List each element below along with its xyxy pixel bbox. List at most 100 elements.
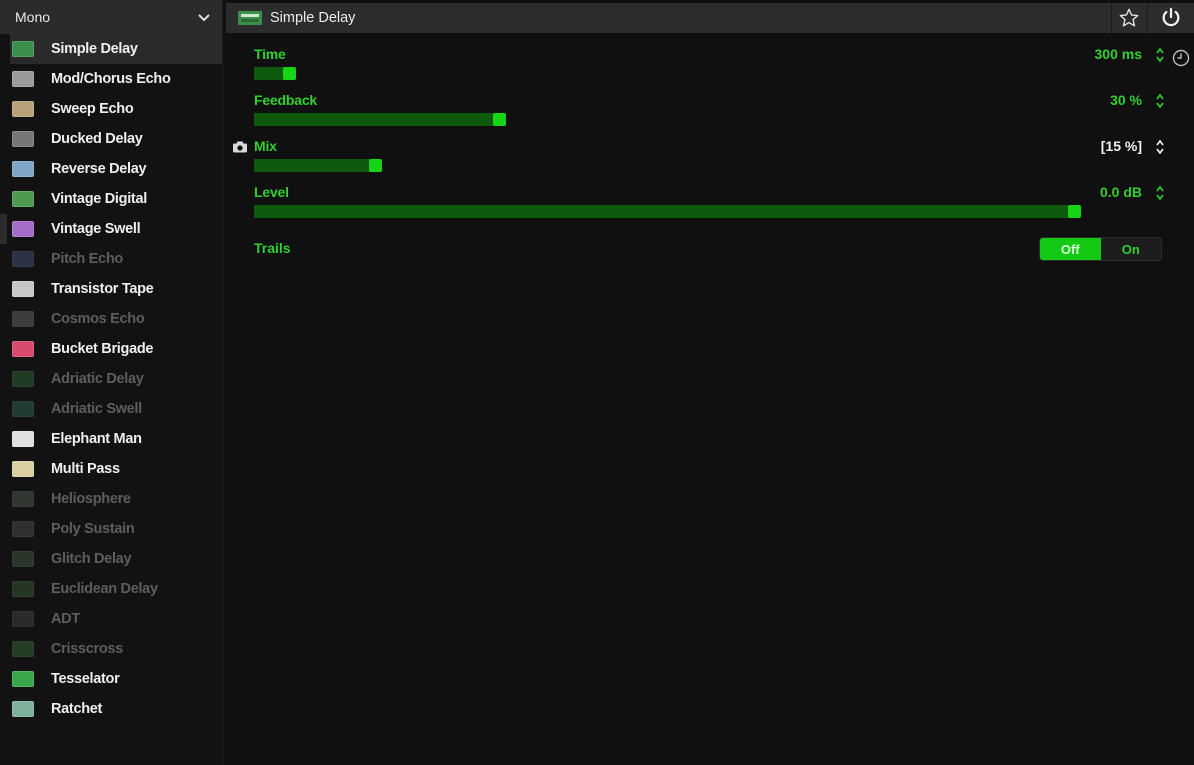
mix-value[interactable]: [15 %] <box>1101 138 1142 154</box>
trails-toggle[interactable]: Off On <box>1039 237 1162 261</box>
euclidean-delay-pedal-icon <box>12 581 34 597</box>
star-icon <box>1118 7 1140 29</box>
effect-item[interactable]: Tesselator <box>0 664 222 694</box>
effect-item[interactable]: Poly Sustain <box>0 514 222 544</box>
effects-sidebar: Mono Simple Delay Mod/Chorus Echo Sweep Ec… <box>0 0 223 765</box>
mix-slider-thumb[interactable] <box>369 159 382 172</box>
effect-item-label: Ducked Delay <box>51 131 143 147</box>
snapshot-camera-icon <box>232 141 248 153</box>
level-value[interactable]: 0.0 dB <box>1100 184 1142 200</box>
effect-item[interactable]: ADT <box>0 604 222 634</box>
trails-off-option[interactable]: Off <box>1040 238 1101 260</box>
effect-item[interactable]: Cosmos Echo <box>0 304 222 334</box>
effect-item[interactable]: Vintage Swell <box>0 214 222 244</box>
feedback-param: Feedback30 % <box>254 92 1194 132</box>
effect-item[interactable]: Transistor Tape <box>0 274 222 304</box>
stepper-arrows-icon[interactable] <box>1156 47 1164 63</box>
mix-slider-track[interactable] <box>254 159 377 172</box>
effect-item[interactable]: Adriatic Swell <box>0 394 222 424</box>
stepper-arrows-icon[interactable] <box>1156 93 1164 109</box>
glitch-delay-pedal-icon <box>12 551 34 567</box>
simple-delay-pedal-icon <box>238 11 262 25</box>
chevron-down-icon <box>196 9 212 25</box>
effect-item-label: Transistor Tape <box>51 281 153 297</box>
effect-item-label: Multi Pass <box>51 461 120 477</box>
power-icon <box>1160 7 1182 29</box>
effect-item-label: Euclidean Delay <box>51 581 158 597</box>
feedback-slider-track[interactable] <box>254 113 501 126</box>
effect-item-label: Poly Sustain <box>51 521 134 537</box>
heliosphere-pedal-icon <box>12 491 34 507</box>
category-label: Mono <box>15 9 50 25</box>
effect-item-label: Cosmos Echo <box>51 311 144 327</box>
sweep-echo-pedal-icon <box>12 101 34 117</box>
effect-item-label: Elephant Man <box>51 431 142 447</box>
elephant-man-pedal-icon <box>12 431 34 447</box>
bucket-brigade-pedal-icon <box>12 341 34 357</box>
main-panel: Simple Delay Time300 ms Feedback30 % Mix[1… <box>226 0 1194 765</box>
stepper-arrows-icon[interactable] <box>1156 139 1164 155</box>
effect-item[interactable]: Reverse Delay <box>0 154 222 184</box>
effect-item-label: Adriatic Delay <box>51 371 144 387</box>
vintage-swell-pedal-icon <box>12 221 34 237</box>
effect-item[interactable]: Crisscross <box>0 634 222 664</box>
level-label: Level <box>254 184 1194 200</box>
time-param: Time300 ms <box>254 46 1194 86</box>
effect-item[interactable]: Elephant Man <box>0 424 222 454</box>
effect-item-label: Bucket Brigade <box>51 341 153 357</box>
mix-label: Mix <box>254 138 1194 154</box>
effect-item[interactable]: Ducked Delay <box>0 124 222 154</box>
favorite-button[interactable] <box>1111 3 1146 33</box>
multi-pass-pedal-icon <box>12 461 34 477</box>
adriatic-swell-pedal-icon <box>12 401 34 417</box>
trails-on-option[interactable]: On <box>1101 238 1162 260</box>
effect-item[interactable]: Bucket Brigade <box>0 334 222 364</box>
ducked-delay-pedal-icon <box>12 131 34 147</box>
effect-item[interactable]: Adriatic Delay <box>0 364 222 394</box>
reverse-delay-pedal-icon <box>12 161 34 177</box>
crisscross-pedal-icon <box>12 641 34 657</box>
effect-item-label: Simple Delay <box>51 41 138 57</box>
adriatic-delay-pedal-icon <box>12 371 34 387</box>
effect-item[interactable]: Multi Pass <box>0 454 222 484</box>
effect-item[interactable]: Mod/Chorus Echo <box>0 64 222 94</box>
effect-item-label: Vintage Swell <box>51 221 140 237</box>
effect-item-label: Adriatic Swell <box>51 401 142 417</box>
effect-item-label: Ratchet <box>51 701 102 717</box>
effect-item[interactable]: Sweep Echo <box>0 94 222 124</box>
effect-item[interactable]: Glitch Delay <box>0 544 222 574</box>
effect-item-label: Reverse Delay <box>51 161 146 177</box>
effect-item[interactable]: Vintage Digital <box>0 184 222 214</box>
time-label: Time <box>254 46 1194 62</box>
effect-item[interactable]: Heliosphere <box>0 484 222 514</box>
effect-item[interactable]: Pitch Echo <box>0 244 222 274</box>
stepper-arrows-icon[interactable] <box>1156 185 1164 201</box>
vintage-digital-pedal-icon <box>12 191 34 207</box>
effect-item-label: ADT <box>51 611 80 627</box>
effect-item-label: Tesselator <box>51 671 119 687</box>
cosmos-echo-pedal-icon <box>12 311 34 327</box>
pitch-echo-pedal-icon <box>12 251 34 267</box>
effect-item[interactable]: Euclidean Delay <box>0 574 222 604</box>
feedback-value[interactable]: 30 % <box>1110 92 1142 108</box>
time-value[interactable]: 300 ms <box>1095 46 1142 62</box>
mod-chorus-echo-pedal-icon <box>12 71 34 87</box>
effect-item-label: Glitch Delay <box>51 551 131 567</box>
feedback-slider-thumb[interactable] <box>493 113 506 126</box>
level-slider-track[interactable] <box>254 205 1076 218</box>
level-param: Level0.0 dB <box>254 184 1194 224</box>
category-dropdown[interactable]: Mono <box>0 0 222 34</box>
level-slider-thumb[interactable] <box>1068 205 1081 218</box>
effect-item[interactable]: Ratchet <box>0 694 222 724</box>
ratchet-pedal-icon <box>12 701 34 717</box>
trails-label: Trails <box>254 240 291 256</box>
effect-item[interactable]: Simple Delay <box>10 34 222 64</box>
effect-item-label: Vintage Digital <box>51 191 147 207</box>
power-button[interactable] <box>1147 3 1194 33</box>
effect-item-label: Mod/Chorus Echo <box>51 71 171 87</box>
mix-param: Mix[15 %] <box>254 138 1194 178</box>
effect-title: Simple Delay <box>270 10 355 26</box>
feedback-label: Feedback <box>254 92 1194 108</box>
time-slider-thumb[interactable] <box>283 67 296 80</box>
tesselator-pedal-icon <box>12 671 34 687</box>
